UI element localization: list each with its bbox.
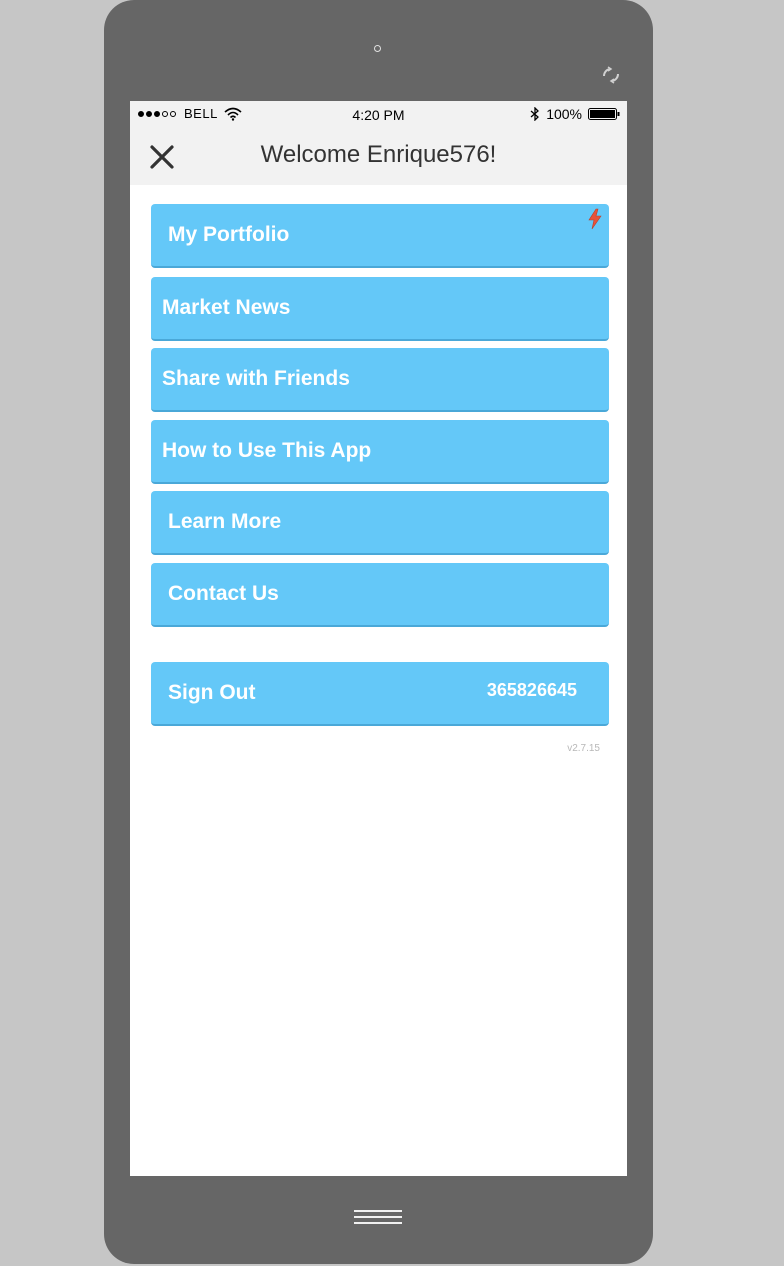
menu-contact-us-button[interactable]: Contact Us [151,563,609,627]
rotate-icon[interactable] [600,64,622,86]
status-bar: BELL 4:20 PM 100% [130,101,627,128]
sign-out-button[interactable]: Sign Out 365826645 [151,662,609,726]
battery-icon [588,108,620,120]
app-header: Welcome Enrique576! [130,128,627,185]
menu-share-with-friends-button[interactable]: Share with Friends [151,348,609,412]
page-title: Welcome Enrique576! [260,141,497,168]
menu-item-label: My Portfolio [168,223,290,246]
menu-item-label: Learn More [168,510,282,533]
sign-out-label: Sign Out [168,681,256,704]
app-screen: BELL 4:20 PM 100% Welcome Enrique576! My… [130,101,627,1176]
menu-item-label: How to Use This App [162,439,372,462]
flash-icon [588,208,602,230]
menu-learn-more-button[interactable]: Learn More [151,491,609,555]
menu-item-label: Share with Friends [162,367,350,390]
menu-my-portfolio-button[interactable]: My Portfolio [151,204,609,268]
device-frame: BELL 4:20 PM 100% Welcome Enrique576! My… [104,0,653,1264]
bluetooth-icon [530,107,540,121]
home-button-icon[interactable] [354,1209,402,1225]
menu-market-news-button[interactable]: Market News [151,277,609,341]
menu-item-label: Contact Us [168,582,279,605]
battery-percent: 100% [546,106,582,122]
app-version: v2.7.15 [567,743,600,754]
menu-item-label: Market News [162,296,291,319]
status-right: 100% [530,106,620,122]
menu-how-to-use-button[interactable]: How to Use This App [151,420,609,484]
camera-icon [374,45,381,52]
account-id: 365826645 [486,680,577,700]
